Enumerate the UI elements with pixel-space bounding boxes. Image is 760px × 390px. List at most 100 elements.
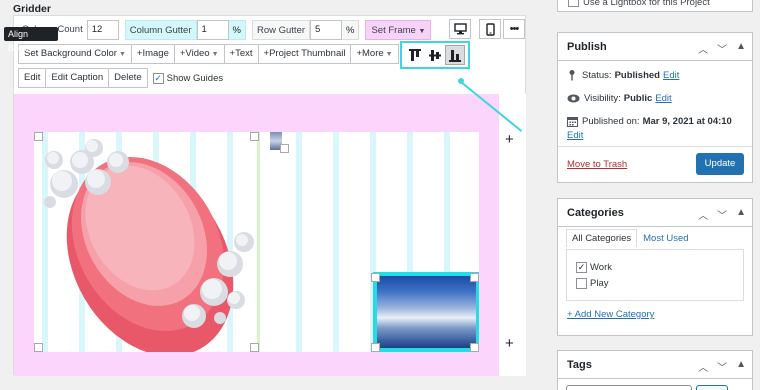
clouds-image[interactable]: [373, 272, 479, 352]
tab-most-used[interactable]: Most Used: [637, 229, 695, 247]
postbox-controls: ︿ ﹀ ▲: [698, 359, 746, 374]
more-options-button[interactable]: •••: [503, 19, 525, 39]
resize-handle[interactable]: [470, 273, 479, 282]
edit-status-link[interactable]: Edit: [663, 70, 679, 81]
status-row: Status: Published Edit: [567, 69, 679, 81]
add-image-label: Image: [142, 48, 169, 59]
plus-icon[interactable]: +: [505, 335, 514, 352]
toggle-panel-icon[interactable]: ▲: [736, 359, 746, 374]
edit-date-link[interactable]: Edit: [567, 130, 583, 141]
chevron-down-icon[interactable]: ﹀: [717, 41, 727, 56]
resize-handle[interactable]: [470, 343, 479, 352]
add-more-button[interactable]: +More ▼: [350, 44, 399, 64]
resize-handle[interactable]: [371, 343, 380, 352]
add-video-label: Video: [185, 48, 210, 59]
add-video-button[interactable]: +Video ▼: [173, 44, 225, 64]
update-button[interactable]: Update: [696, 153, 744, 175]
chevron-down-icon: ▼: [385, 51, 393, 58]
set-frame-button[interactable]: Set Frame ▼: [365, 20, 432, 40]
plus-icon[interactable]: +: [505, 131, 514, 148]
row-gutter-unit: %: [342, 20, 360, 40]
category-item[interactable]: ✓ Work: [576, 262, 612, 273]
delete-button[interactable]: Delete: [108, 68, 148, 88]
published-on-value: Mar 9, 2021 at 04:10: [642, 116, 732, 127]
edit-button[interactable]: Edit: [18, 68, 47, 88]
resize-handle[interactable]: [280, 144, 289, 153]
chevron-up-icon[interactable]: ︿: [698, 41, 708, 56]
show-guides-toggle[interactable]: ✓ Show Guides: [152, 68, 224, 88]
chevron-up-icon[interactable]: ︿: [698, 207, 708, 222]
chevron-down-icon[interactable]: ﹀: [717, 207, 727, 222]
align-top-button[interactable]: [405, 45, 425, 65]
column-gutter-input[interactable]: 1: [196, 20, 229, 40]
resize-handle[interactable]: [250, 132, 259, 141]
chevron-down-icon[interactable]: ﹀: [717, 359, 727, 374]
category-tabs: All Categories Most Used: [566, 229, 695, 247]
chevron-down-icon: ▼: [211, 51, 219, 58]
align-bottom-button[interactable]: [445, 45, 465, 65]
mobile-view-button[interactable]: [479, 19, 501, 39]
tag-input[interactable]: [566, 385, 692, 390]
category-item[interactable]: Play: [576, 278, 608, 289]
add-tag-button[interactable]: [696, 385, 728, 390]
visibility-value: Public: [623, 93, 653, 104]
status-value: Published: [614, 69, 660, 81]
eye-icon: [567, 94, 580, 103]
add-text-label: Text: [235, 48, 253, 59]
grid-area[interactable]: [34, 132, 479, 352]
column-gutter-unit: %: [228, 20, 246, 40]
add-project-thumbnail-button[interactable]: +Project Thumbnail: [257, 44, 352, 64]
element-actions-row: Edit Edit Caption Delete ✓ Show Guides: [18, 68, 223, 88]
add-text-button[interactable]: +Text: [223, 44, 259, 64]
tab-all-categories[interactable]: All Categories: [566, 229, 638, 247]
add-new-category-link[interactable]: + Add New Category: [567, 309, 654, 320]
desktop-icon: [453, 23, 467, 35]
align-middle-icon: [429, 49, 441, 61]
add-image-button[interactable]: +Image: [130, 44, 175, 64]
chevron-up-icon[interactable]: ︿: [698, 359, 708, 374]
align-bottom-icon: [449, 49, 461, 62]
gridder-frame[interactable]: [14, 94, 499, 376]
checkbox-checked-icon[interactable]: ✓: [576, 262, 587, 273]
visibility-row: Visibility: Public Edit: [567, 93, 672, 104]
toggle-panel-icon[interactable]: ▲: [736, 41, 746, 56]
add-project-thumbnail-label: Project Thumbnail: [269, 48, 346, 59]
checkbox-icon[interactable]: [576, 278, 587, 289]
pin-icon: [569, 70, 575, 81]
vertical-align-group: [400, 41, 470, 69]
desktop-view-button[interactable]: [449, 19, 471, 39]
status-label: Status:: [582, 69, 612, 81]
edit-visibility-link[interactable]: Edit: [655, 93, 671, 104]
resize-handle[interactable]: [371, 273, 380, 282]
align-top-icon: [409, 48, 421, 61]
set-background-color-label: Set Background Color: [24, 48, 117, 59]
show-guides-label: Show Guides: [166, 72, 224, 84]
resize-handle[interactable]: [34, 132, 43, 141]
row-gutter-input[interactable]: 5: [310, 20, 343, 40]
published-on-label: Published on:: [582, 116, 640, 127]
category-list: ✓ Work Play: [566, 249, 744, 301]
gridder-title: Gridder: [13, 3, 51, 15]
resize-handle[interactable]: [250, 343, 259, 352]
visibility-label: Visibility:: [584, 93, 621, 104]
lightbox-label: Use a Lightbox for this Project: [583, 0, 710, 8]
mobile-icon: [485, 22, 495, 36]
move-to-trash-link[interactable]: Move to Trash: [567, 159, 627, 170]
chevron-down-icon: ▼: [418, 28, 426, 35]
divider: [558, 146, 752, 147]
more-dots-icon: •••: [509, 22, 520, 35]
toggle-panel-icon[interactable]: ▲: [736, 207, 746, 222]
add-category-row: + Add New Category: [567, 309, 654, 320]
resize-handle[interactable]: [34, 343, 43, 352]
edit-caption-button[interactable]: Edit Caption: [45, 68, 110, 88]
lightbox-option[interactable]: Use a Lightbox for this Project: [557, 0, 753, 12]
row-gutter-label: Row Gutter: [251, 20, 311, 40]
category-label: Work: [590, 262, 612, 273]
align-middle-button[interactable]: [425, 45, 445, 65]
checkbox-checked-icon: ✓: [152, 72, 164, 84]
grid-settings-row: Column Count 12 Column Gutter 1 % Row Gu…: [18, 19, 432, 41]
column-count-input[interactable]: 12: [86, 20, 119, 40]
category-label: Play: [590, 278, 609, 289]
soap-illustration[interactable]: [34, 132, 256, 352]
checkbox-icon[interactable]: [568, 0, 579, 7]
